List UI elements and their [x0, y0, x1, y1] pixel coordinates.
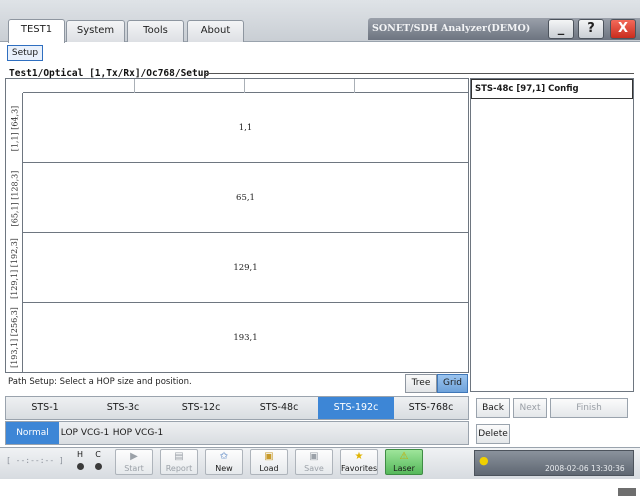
hop-size-selector: STS-1 STS-3c STS-12c STS-48c STS-192c ST… — [5, 396, 469, 420]
grid-header — [23, 79, 468, 93]
save-button[interactable]: ▣ Save — [295, 449, 333, 475]
report-button[interactable]: ▤ Report — [160, 449, 198, 475]
tree-view-button[interactable]: Tree — [405, 374, 437, 393]
grid-header-cell — [135, 79, 245, 93]
tab-system[interactable]: System — [66, 20, 125, 42]
mode-option[interactable]: LOP VCG-1 — [59, 422, 111, 444]
next-button[interactable]: Next — [513, 398, 547, 418]
close-button[interactable]: X — [610, 19, 636, 39]
start-button[interactable]: ▶ Start — [115, 449, 153, 475]
size-option[interactable]: STS-3c — [84, 397, 162, 419]
elapsed-time: [ --:--:-- ] — [6, 456, 64, 465]
save-icon: ▣ — [309, 451, 319, 462]
row-label-column: [1,1] [64,3] [65,1] [128,3] [129,1] [192… — [6, 93, 23, 372]
grid-cell-label: 193,1 — [233, 332, 258, 343]
size-option[interactable]: STS-12c — [162, 397, 240, 419]
row-range-label: [1,1] [64,3] — [10, 105, 19, 151]
c-indicator: C — [91, 450, 105, 472]
tab-test1[interactable]: TEST1 — [8, 19, 65, 43]
folder-open-icon: ▣ — [264, 451, 274, 462]
play-icon: ▶ — [130, 451, 138, 462]
tab-tools[interactable]: Tools — [127, 20, 184, 42]
grid-header-cell — [355, 79, 468, 93]
grid-view-button[interactable]: Grid — [437, 374, 468, 393]
path-grid: [1,1] [64,3] [65,1] [128,3] [129,1] [192… — [5, 78, 469, 373]
grid-header-cell — [245, 79, 355, 93]
mode-option[interactable]: HOP VCG-1 — [111, 422, 165, 444]
user-icon: ● — [479, 454, 489, 467]
favorites-button[interactable]: ★ Favorites — [340, 449, 378, 475]
tab-about[interactable]: About — [187, 20, 244, 42]
new-file-icon: ✩ — [219, 451, 229, 462]
laser-button[interactable]: ⚠ Laser — [385, 449, 423, 475]
mode-option-selected[interactable]: Normal — [6, 422, 59, 444]
row-range-label: [65,1] [128,3] — [10, 170, 19, 226]
mode-selector: Normal LOP VCG-1 HOP VCG-1 — [5, 421, 469, 445]
minimize-button[interactable]: _ — [548, 19, 574, 39]
led-icon — [94, 463, 102, 470]
grid-cell-label: 1,1 — [238, 122, 253, 133]
size-option[interactable]: STS-768c — [394, 397, 468, 419]
back-button[interactable]: Back — [476, 398, 510, 418]
size-option-selected[interactable]: STS-192c — [318, 397, 394, 419]
star-icon: ★ — [354, 451, 364, 462]
load-button[interactable]: ▣ Load — [250, 449, 288, 475]
finish-button[interactable]: Finish — [550, 398, 628, 418]
grid-row[interactable]: 65,1 — [23, 163, 468, 233]
grid-cell-label: 129,1 — [233, 262, 258, 273]
row-range-label: [193,1] [256,3] — [10, 307, 19, 368]
h-indicator: H — [73, 450, 87, 472]
led-icon — [76, 463, 84, 470]
report-icon: ▤ — [174, 451, 184, 462]
app-title: SONET/SDH Analyzer(DEMO) — [372, 23, 531, 34]
grid-row[interactable]: 1,1 — [23, 93, 468, 163]
row-range-label: [129,1] [192,3] — [10, 237, 19, 299]
setup-button[interactable]: Setup — [7, 45, 43, 61]
laser-warning-icon: ⚠ — [399, 451, 409, 462]
new-button[interactable]: ✩ New — [205, 449, 243, 475]
breadcrumb-divider — [206, 73, 634, 74]
size-option[interactable]: STS-1 — [6, 397, 84, 419]
corner-marker — [618, 488, 636, 496]
grid-row[interactable]: 129,1 — [23, 233, 468, 303]
grid-header-cell — [23, 79, 135, 93]
grid-cell-label: 65,1 — [236, 192, 255, 203]
grid-row[interactable]: 193,1 — [23, 303, 468, 372]
config-panel: STS-48c [97,1] Config — [470, 78, 634, 392]
size-option[interactable]: STS-48c — [240, 397, 318, 419]
datetime: 2008-02-06 13:30:36 — [545, 464, 625, 473]
delete-button[interactable]: Delete — [476, 424, 510, 444]
config-title: STS-48c [97,1] Config — [471, 79, 633, 99]
status-message: Path Setup: Select a HOP size and positi… — [8, 377, 192, 387]
help-button[interactable]: ? — [578, 19, 604, 39]
